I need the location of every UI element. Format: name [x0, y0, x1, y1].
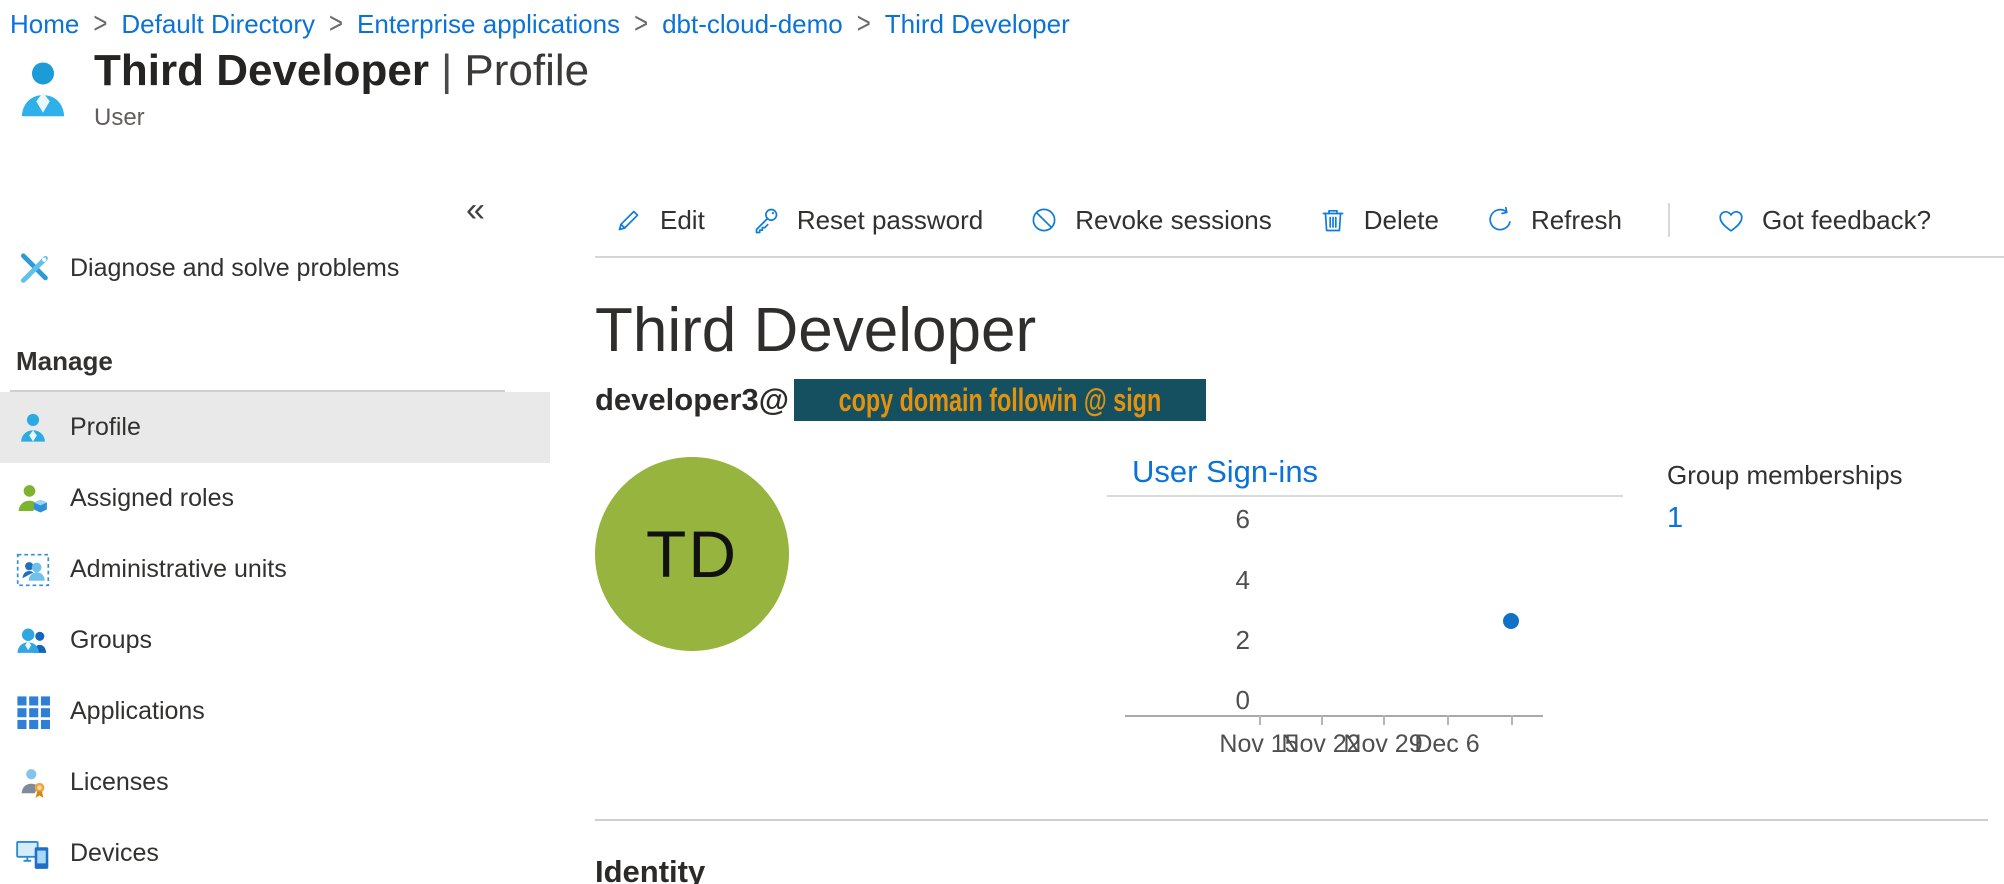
diagnose-icon: [16, 251, 56, 285]
assigned-roles-icon: [16, 482, 56, 516]
revoke-sessions-button[interactable]: Revoke sessions: [1023, 204, 1278, 237]
email-prefix: developer3@: [595, 382, 789, 418]
sidebar-item-profile[interactable]: Profile: [0, 392, 550, 463]
sidebar-item-label: Applications: [70, 697, 205, 726]
user-principal-name: developer3@ copy domain followin @ sign: [595, 378, 2004, 422]
toolbar-label: Revoke sessions: [1075, 205, 1272, 236]
y-tick-label: 2: [1107, 625, 1250, 655]
email-redaction-text: copy domain followin @ sign: [839, 382, 1162, 419]
avatar: TD: [595, 457, 789, 651]
administrative-units-icon: [16, 553, 56, 587]
x-tick-mark: [1321, 715, 1323, 725]
breadcrumb: Home > Default Directory > Enterprise ap…: [0, 0, 2004, 42]
licenses-icon: [16, 766, 56, 800]
page-title-separator: |: [441, 46, 452, 95]
y-tick-label: 4: [1107, 565, 1250, 595]
page-title: Third Developer|Profile: [94, 46, 589, 96]
breadcrumb-home[interactable]: Home: [10, 9, 79, 40]
x-tick-mark: [1447, 715, 1449, 725]
sidebar-item-label: Groups: [70, 626, 152, 655]
sidebar-item-label: Assigned roles: [70, 484, 234, 513]
section-rule: [595, 819, 1988, 821]
y-tick-label: 0: [1107, 685, 1250, 715]
sidebar-item-diagnose[interactable]: Diagnose and solve problems: [0, 238, 550, 298]
refresh-icon: [1485, 205, 1515, 235]
sidebar-item-label: Administrative units: [70, 555, 287, 584]
toolbar-divider: [1668, 203, 1670, 237]
user-person-icon: [16, 58, 70, 120]
toolbar-label: Edit: [660, 205, 705, 236]
signin-data-point: [1503, 613, 1519, 629]
groups-icon: [16, 624, 56, 658]
toolbar: Edit Reset password: [595, 196, 2004, 244]
chart-rule: [1107, 495, 1623, 497]
key-icon: [751, 205, 781, 235]
edit-button[interactable]: Edit: [608, 204, 711, 237]
breadcrumb-default-directory[interactable]: Default Directory: [121, 9, 315, 40]
x-axis-line: [1125, 715, 1543, 717]
x-tick-label: Nov 29: [1343, 730, 1422, 759]
x-tick-label: Dec 6: [1414, 730, 1479, 759]
sidebar-collapse-button[interactable]: «: [460, 192, 491, 228]
breadcrumb-enterprise-applications[interactable]: Enterprise applications: [357, 9, 620, 40]
sidebar-section-manage: Manage: [0, 346, 550, 376]
page-header: Third Developer|Profile User: [0, 46, 2004, 142]
sidebar-item-label: Diagnose and solve problems: [70, 254, 399, 283]
identity-section-heading: Identity: [595, 854, 705, 884]
trash-icon: [1318, 205, 1348, 235]
sidebar-item-label: Devices: [70, 839, 159, 868]
user-profile-page: Home > Default Directory > Enterprise ap…: [0, 0, 2004, 884]
reset-password-button[interactable]: Reset password: [745, 204, 989, 237]
delete-button[interactable]: Delete: [1312, 204, 1445, 237]
sidebar-item-licenses[interactable]: Licenses: [0, 747, 550, 818]
got-feedback-button[interactable]: Got feedback?: [1710, 204, 1937, 237]
breadcrumb-separator: >: [93, 7, 107, 42]
user-sign-ins-chart: User Sign-ins 6 4 2 0 Nov 15 Nov 22 Nov …: [1107, 454, 1627, 784]
toolbar-label: Got feedback?: [1762, 205, 1931, 236]
sidebar-item-devices[interactable]: Devices: [0, 818, 550, 884]
object-type-label: User: [94, 104, 589, 132]
toolbar-label: Delete: [1364, 205, 1439, 236]
group-memberships-count-link[interactable]: 1: [1667, 502, 1683, 535]
breadcrumb-third-developer[interactable]: Third Developer: [885, 9, 1070, 40]
sidebar-item-label: Licenses: [70, 768, 169, 797]
breadcrumb-dbt-cloud-demo[interactable]: dbt-cloud-demo: [662, 9, 843, 40]
devices-icon: [16, 837, 56, 871]
refresh-button[interactable]: Refresh: [1479, 204, 1628, 237]
email-redaction: copy domain followin @ sign: [794, 379, 1206, 421]
toolbar-label: Refresh: [1531, 205, 1622, 236]
group-memberships-block: Group memberships 1: [1667, 460, 1903, 535]
y-tick-label: 6: [1107, 504, 1250, 534]
user-display-name: Third Developer: [595, 298, 2004, 364]
sidebar-item-label: Profile: [70, 413, 141, 442]
sidebar: « Diagnose and solve problems Manage: [0, 142, 550, 884]
page-title-suffix: Profile: [464, 46, 589, 95]
profile-person-icon: [16, 411, 56, 445]
main-content: Edit Reset password: [550, 142, 2004, 884]
x-tick-mark: [1259, 715, 1261, 725]
toolbar-rule: [595, 256, 2004, 258]
page-title-name: Third Developer: [94, 46, 429, 95]
sidebar-item-assigned-roles[interactable]: Assigned roles: [0, 463, 550, 534]
breadcrumb-separator: >: [857, 7, 871, 42]
sidebar-item-groups[interactable]: Groups: [0, 605, 550, 676]
breadcrumb-separator: >: [329, 7, 343, 42]
breadcrumb-separator: >: [634, 7, 648, 42]
block-icon: [1029, 205, 1059, 235]
sidebar-item-administrative-units[interactable]: Administrative units: [0, 534, 550, 605]
x-tick-mark: [1383, 715, 1385, 725]
pencil-icon: [614, 205, 644, 235]
applications-grid-icon: [16, 695, 56, 729]
toolbar-label: Reset password: [797, 205, 983, 236]
group-memberships-label: Group memberships: [1667, 460, 1903, 490]
user-sign-ins-link[interactable]: User Sign-ins: [1132, 454, 1318, 490]
heart-icon: [1716, 205, 1746, 235]
x-tick-mark: [1511, 715, 1513, 725]
sidebar-item-applications[interactable]: Applications: [0, 676, 550, 747]
